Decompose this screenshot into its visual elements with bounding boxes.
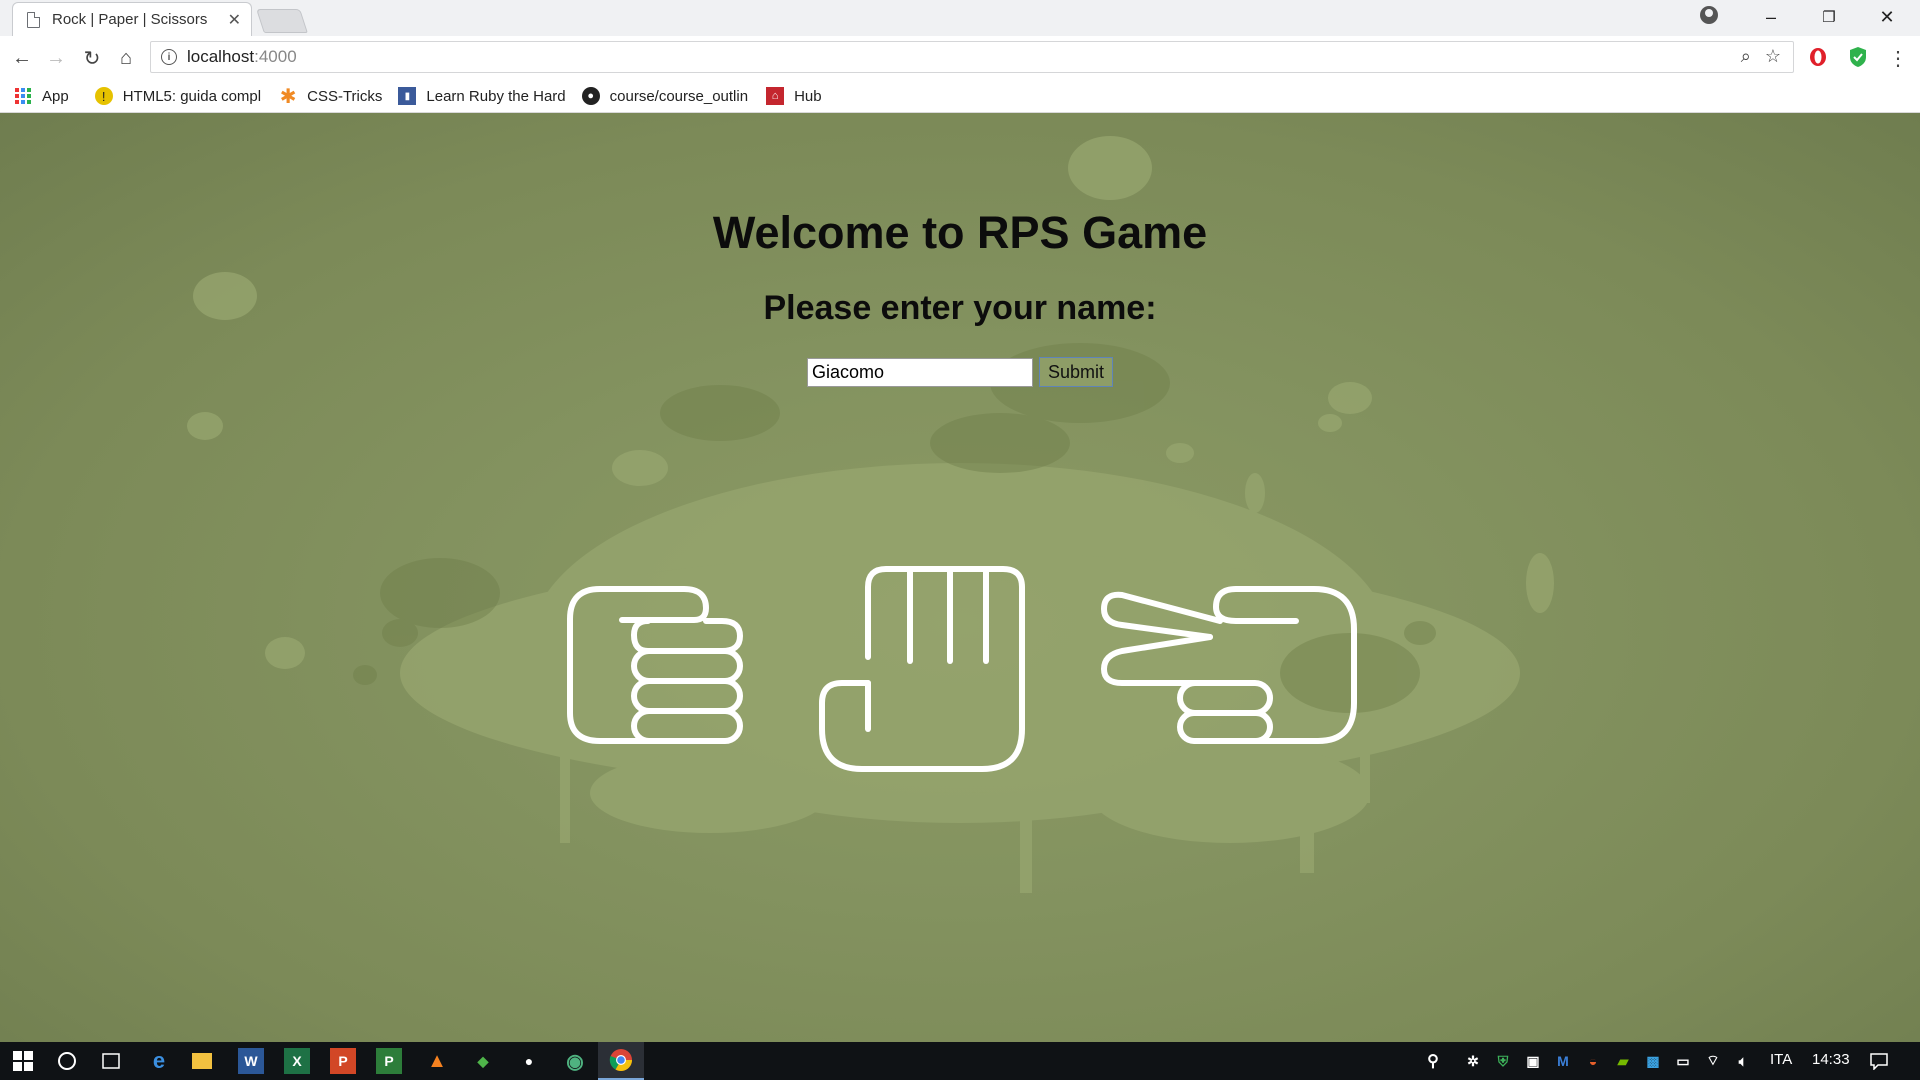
shield-extension-icon[interactable] xyxy=(1848,46,1868,68)
task-view-icon[interactable] xyxy=(98,1048,124,1074)
volume-icon[interactable]: 🔈︎ xyxy=(1730,1048,1756,1074)
browser-toolbar: ← → ↻ ⌂ i localhost:4000 ⌕ ☆ ⋮ xyxy=(0,36,1920,80)
chrome-taskbar-icon[interactable] xyxy=(598,1042,644,1080)
profile-icon[interactable] xyxy=(1700,6,1718,24)
vlc-icon[interactable]: ▲ xyxy=(424,1048,450,1074)
bookmark-label: Learn Ruby the Hard xyxy=(426,87,566,105)
bookmark-star-icon[interactable]: ☆ xyxy=(1765,46,1781,67)
bookmark-html5[interactable]: ! HTML5: guida compl xyxy=(94,87,262,105)
word-icon[interactable]: W xyxy=(238,1048,264,1074)
tab-title: Rock | Paper | Scissors xyxy=(52,11,208,28)
defender-icon[interactable]: ⛨ xyxy=(1490,1048,1516,1074)
menu-dots-icon[interactable]: ⋮ xyxy=(1884,44,1912,72)
language-indicator[interactable]: ITA xyxy=(1770,1051,1792,1068)
tab-close-icon[interactable]: ✕ xyxy=(228,10,241,30)
paper-hand-icon[interactable] xyxy=(818,565,1030,775)
app-tray-icon[interactable]: ◒ xyxy=(1580,1048,1606,1074)
project-icon[interactable]: P xyxy=(376,1048,402,1074)
clock[interactable]: 14:33 xyxy=(1812,1051,1850,1068)
opera-vpn-icon[interactable] xyxy=(1808,46,1828,68)
back-arrow-icon[interactable]: ← xyxy=(8,44,36,72)
forward-arrow-icon[interactable]: → xyxy=(42,44,70,72)
url-port: :4000 xyxy=(254,47,297,66)
file-explorer-icon[interactable] xyxy=(192,1053,212,1069)
steam-icon[interactable]: ● xyxy=(516,1048,542,1074)
minimize-button[interactable]: – xyxy=(1742,0,1800,34)
home-icon[interactable]: ⌂ xyxy=(112,44,140,72)
page-icon xyxy=(27,11,40,28)
apps-icon xyxy=(14,87,32,105)
info-icon[interactable]: i xyxy=(161,49,177,65)
display-icon[interactable]: ▣ xyxy=(1520,1048,1546,1074)
browser-tab[interactable]: Rock | Paper | Scissors ✕ xyxy=(12,2,252,36)
bookmark-apps[interactable]: App xyxy=(14,87,69,105)
close-window-button[interactable]: ✕ xyxy=(1858,0,1916,34)
html5-guide-icon: ! xyxy=(94,87,113,105)
windows-start-icon[interactable] xyxy=(10,1048,36,1074)
bookmark-css-tricks[interactable]: ✱ CSS-Tricks xyxy=(279,85,383,108)
zoom-icon[interactable]: ⌕ xyxy=(1741,46,1751,67)
bookmark-ruby[interactable]: ▮ Learn Ruby the Hard xyxy=(398,87,566,105)
edge-browser-icon[interactable]: e xyxy=(146,1048,172,1074)
name-prompt: Please enter your name: xyxy=(763,289,1157,327)
url-host: localhost xyxy=(187,47,255,66)
tab-bar: Rock | Paper | Scissors ✕ – ❐ ✕ xyxy=(0,0,1920,36)
bookmarks-bar: App ! HTML5: guida compl ✱ CSS-Tricks ▮ … xyxy=(0,80,1920,113)
game-page: Welcome to RPS Game Please enter your na… xyxy=(0,113,1920,1042)
malwarebytes-icon[interactable]: M xyxy=(1550,1048,1576,1074)
bookmark-label: CSS-Tricks xyxy=(307,87,383,105)
name-input[interactable] xyxy=(807,357,1033,387)
nvidia-icon[interactable]: ▰ xyxy=(1610,1048,1636,1074)
notifications-icon[interactable] xyxy=(1866,1048,1892,1074)
powerpoint-icon[interactable]: P xyxy=(330,1048,356,1074)
bookmark-label: course/course_outlin xyxy=(609,87,749,105)
address-bar[interactable]: i localhost:4000 ⌕ ☆ xyxy=(150,41,1794,73)
globe-app-icon[interactable]: ◉ xyxy=(562,1048,588,1074)
wifi-icon[interactable]: ⌔ xyxy=(1700,1048,1726,1074)
hub-icon: ⌂ xyxy=(766,87,785,105)
battery-icon[interactable]: ▭ xyxy=(1670,1048,1696,1074)
bookmark-label: Hub xyxy=(794,87,822,105)
restore-button[interactable]: ❐ xyxy=(1800,0,1858,34)
git-icon[interactable]: ◆ xyxy=(470,1048,496,1074)
scissors-hand-icon[interactable] xyxy=(1100,585,1358,747)
excel-icon[interactable]: X xyxy=(284,1048,310,1074)
bookmark-github[interactable]: ● course/course_outlin xyxy=(581,87,749,105)
cortana-search-icon[interactable] xyxy=(54,1048,80,1074)
reload-icon[interactable]: ↻ xyxy=(78,44,106,72)
monitor-app-icon[interactable]: ▩ xyxy=(1640,1048,1666,1074)
css-tricks-icon: ✱ xyxy=(279,85,297,108)
bookmark-label: HTML5: guida compl xyxy=(122,87,262,105)
settings-gear-icon[interactable]: ✲ xyxy=(1460,1048,1486,1074)
name-form: Submit xyxy=(807,357,1114,387)
page-title: Welcome to RPS Game xyxy=(712,207,1208,258)
bookmark-hub[interactable]: ⌂ Hub xyxy=(766,87,822,105)
people-icon[interactable]: ⚲ xyxy=(1420,1048,1446,1074)
submit-button[interactable]: Submit xyxy=(1039,357,1114,387)
windows-taskbar: e W X P P ▲ ◆ ● ◉ ⚲ ✲ ⛨ ▣ M ◒ ▰ ▩ ▭ ⌔ 🔈︎… xyxy=(0,1042,1920,1080)
ruby-book-icon: ▮ xyxy=(398,87,417,105)
rock-hand-icon[interactable] xyxy=(566,585,748,747)
new-tab-button[interactable] xyxy=(256,9,308,33)
bookmark-label: App xyxy=(42,87,69,105)
github-icon: ● xyxy=(581,87,600,105)
